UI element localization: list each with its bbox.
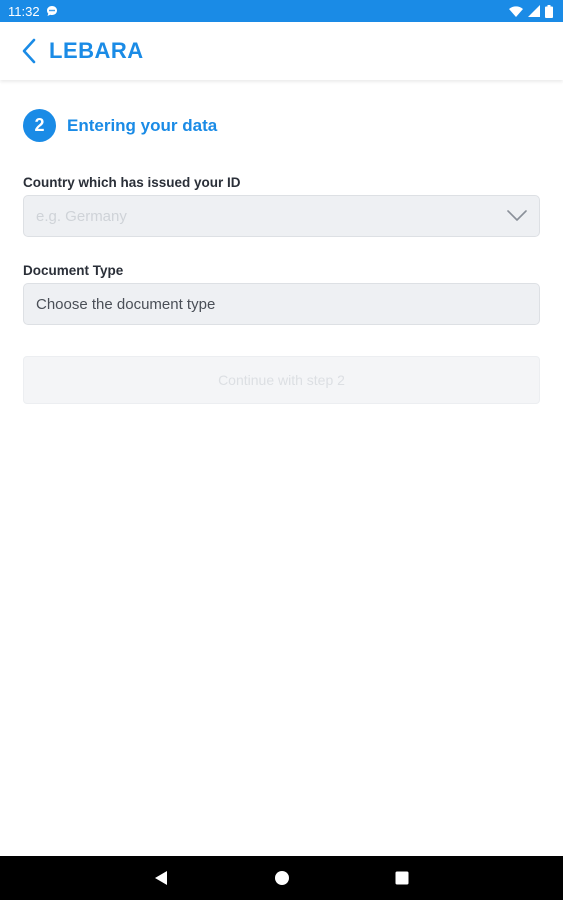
document-type-select[interactable]: Choose the document type bbox=[23, 283, 540, 325]
status-right bbox=[509, 4, 553, 18]
nav-home-button[interactable] bbox=[262, 858, 302, 898]
back-button[interactable] bbox=[12, 34, 46, 68]
wifi-icon bbox=[509, 5, 523, 17]
app-bar: LEBARA bbox=[0, 22, 563, 80]
status-time: 11:32 bbox=[8, 3, 40, 19]
country-select-placeholder: e.g. Germany bbox=[36, 207, 127, 225]
cell-signal-icon bbox=[528, 5, 540, 17]
status-bar: 11:32 bbox=[0, 0, 563, 22]
continue-button[interactable]: Continue with step 2 bbox=[23, 356, 540, 404]
home-circle-icon bbox=[275, 871, 289, 885]
step-header: 2 Entering your data bbox=[23, 109, 217, 142]
continue-button-label: Continue with step 2 bbox=[218, 372, 345, 388]
chat-notification-icon bbox=[46, 5, 58, 17]
step-number-badge: 2 bbox=[23, 109, 56, 142]
battery-icon bbox=[545, 4, 553, 18]
country-field-label: Country which has issued your ID bbox=[23, 175, 241, 190]
document-type-label: Document Type bbox=[23, 263, 124, 278]
screen: 11:32 LEBARA 2 Entering your data Countr… bbox=[0, 0, 563, 900]
step-title: Entering your data bbox=[67, 115, 218, 135]
recents-square-icon bbox=[395, 871, 409, 885]
chevron-down-icon bbox=[507, 210, 527, 221]
document-type-value: Choose the document type bbox=[36, 295, 216, 313]
country-select[interactable]: e.g. Germany bbox=[23, 195, 540, 237]
status-left: 11:32 bbox=[8, 4, 58, 19]
chevron-left-icon bbox=[22, 38, 36, 64]
nav-recents-button[interactable] bbox=[382, 858, 422, 898]
back-triangle-icon bbox=[155, 871, 167, 885]
app-title: LEBARA bbox=[49, 38, 144, 63]
nav-back-button[interactable] bbox=[141, 858, 181, 898]
navigation-bar bbox=[0, 856, 563, 900]
